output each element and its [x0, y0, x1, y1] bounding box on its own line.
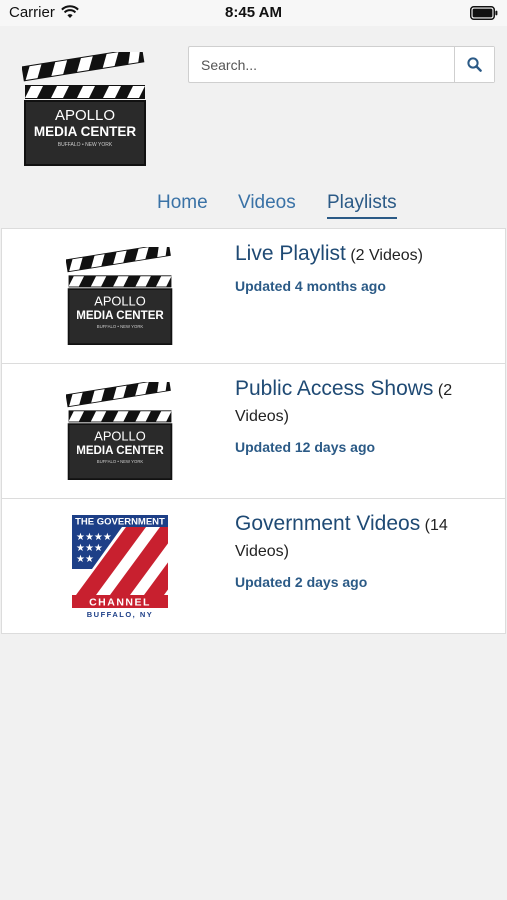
tab-home[interactable]: Home — [157, 192, 208, 214]
svg-text:★★: ★★ — [76, 554, 94, 565]
playlist-title[interactable]: Public Access Shows — [235, 377, 433, 400]
playlist-title[interactable]: Live Playlist — [235, 242, 346, 265]
tab-playlists[interactable]: Playlists — [327, 192, 397, 219]
thumb-text-line2: MEDIA CENTER — [76, 310, 164, 322]
thumb-text-line2: MEDIA CENTER — [76, 445, 164, 457]
playlist-updated: Updated 12 days ago — [235, 439, 376, 455]
status-time: 8:45 AM — [225, 4, 282, 21]
logo-text-line3: BUFFALO • NEW YORK — [58, 142, 113, 148]
search-icon — [467, 57, 482, 72]
playlist-item-live[interactable]: APOLLO MEDIA CENTER BUFFALO • NEW YORK L… — [1, 228, 506, 364]
playlist-item-public-access[interactable]: APOLLO MEDIA CENTER BUFFALO • NEW YORK P… — [1, 363, 506, 499]
playlist-info: Government Videos (14 Videos) Updated 2 … — [235, 511, 497, 590]
search-input[interactable] — [189, 47, 455, 82]
playlist-updated: Updated 4 months ago — [235, 278, 386, 294]
gov-logo-top-text: THE GOVERNMENT — [75, 517, 165, 528]
playlist-thumbnail[interactable]: APOLLO MEDIA CENTER BUFFALO • NEW YORK — [65, 243, 174, 345]
apollo-media-center-logo[interactable]: APOLLO MEDIA CENTER BUFFALO • NEW YORK — [21, 47, 148, 171]
svg-text:★★★: ★★★ — [76, 543, 103, 554]
playlist-updated: Updated 2 days ago — [235, 574, 368, 590]
playlist-title[interactable]: Government Videos — [235, 512, 420, 535]
playlist-thumbnail[interactable]: APOLLO MEDIA CENTER BUFFALO • NEW YORK — [65, 378, 174, 480]
tab-videos[interactable]: Videos — [238, 192, 296, 214]
search-button[interactable] — [454, 47, 494, 82]
thumb-text-line3: BUFFALO • NEW YORK — [97, 324, 144, 329]
battery-icon — [470, 6, 498, 25]
playlist-video-count: (2 Videos) — [350, 247, 423, 264]
thumb-text-line1: APOLLO — [94, 428, 145, 443]
svg-text:★★★★: ★★★★ — [76, 532, 112, 543]
main-nav: Home Videos Playlists — [0, 192, 507, 222]
government-channel-logo: THE GOVERNMENT ★★★★ ★★★ ★★ CHANNEL BUFFA… — [72, 515, 168, 619]
playlist-item-government[interactable]: THE GOVERNMENT ★★★★ ★★★ ★★ CHANNEL BUFFA… — [1, 498, 506, 634]
playlist-info: Live Playlist (2 Videos) Updated 4 month… — [235, 241, 497, 294]
thumb-text-line1: APOLLO — [94, 293, 145, 308]
playlist-info: Public Access Shows (2 Videos) Updated 1… — [235, 376, 497, 455]
logo-text-line2: MEDIA CENTER — [34, 124, 137, 139]
playlist-list: APOLLO MEDIA CENTER BUFFALO • NEW YORK L… — [1, 228, 506, 634]
gov-logo-city-text: BUFFALO, NY — [87, 610, 154, 619]
search-bar — [188, 46, 495, 83]
logo-text-line1: APOLLO — [55, 107, 115, 124]
playlist-thumbnail[interactable]: THE GOVERNMENT ★★★★ ★★★ ★★ CHANNEL BUFFA… — [66, 515, 174, 619]
gov-logo-bottom-text: CHANNEL — [89, 597, 151, 609]
status-bar: Carrier 8:45 AM — [0, 0, 507, 26]
thumb-text-line3: BUFFALO • NEW YORK — [97, 459, 144, 464]
